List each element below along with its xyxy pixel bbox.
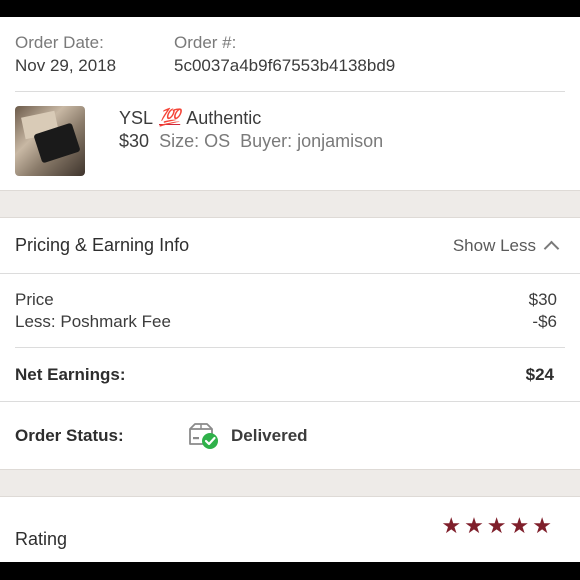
item-title-suffix: Authentic — [186, 108, 262, 128]
order-header: Order Date: Nov 29, 2018 Order #: 5c0037… — [0, 17, 580, 91]
star-icon: ★ — [486, 513, 507, 538]
order-status-value: Delivered — [231, 425, 308, 445]
item-brand: YSL — [119, 108, 154, 128]
rating-stars: ★ ★ ★ ★ ★ — [441, 515, 552, 537]
order-date-block: Order Date: Nov 29, 2018 — [15, 32, 174, 91]
item-price: $30 — [119, 131, 150, 151]
section-gap — [0, 469, 580, 497]
order-number-value: 5c0037a4b9f67553b4138bd9 — [174, 56, 396, 75]
order-status-label: Order Status: — [15, 425, 124, 445]
fee-row: Less: Poshmark Fee -$6 — [15, 311, 557, 333]
order-item[interactable]: YSL 💯 Authentic $30 Size: OS Buyer: jonj… — [0, 92, 580, 190]
order-number-label: Order #: — [174, 33, 237, 52]
order-details-screen: Order Date: Nov 29, 2018 Order #: 5c0037… — [0, 17, 580, 562]
order-status-row: Order Status: Delivered — [0, 402, 580, 469]
star-icon: ★ — [464, 513, 484, 538]
fee-row-value: -$6 — [532, 312, 557, 331]
star-icon: ★ — [441, 513, 462, 538]
order-number-block: Order #: 5c0037a4b9f67553b4138bd9 — [174, 32, 395, 91]
star-icon: ★ — [532, 513, 552, 538]
item-info: YSL 💯 Authentic $30 Size: OS Buyer: jonj… — [119, 107, 383, 152]
chevron-up-icon — [543, 240, 560, 257]
price-row: Price $30 — [15, 289, 557, 311]
show-less-toggle[interactable]: Show Less — [452, 235, 560, 257]
order-date-label: Order Date: — [15, 33, 104, 52]
net-earnings-value: $24 — [525, 364, 554, 384]
item-title: YSL 💯 Authentic — [119, 107, 383, 129]
star-icon: ★ — [509, 513, 530, 538]
pricing-section-title: Pricing & Earning Info — [15, 235, 190, 255]
item-thumbnail[interactable] — [15, 106, 85, 176]
show-less-label: Show Less — [452, 235, 536, 255]
net-earnings-label: Net Earnings: — [15, 364, 126, 384]
order-date-value: Nov 29, 2018 — [15, 56, 117, 75]
item-buyer: Buyer: jonjamison — [240, 131, 384, 151]
rating-label: Rating — [15, 528, 68, 549]
price-breakdown: Price $30 Less: Poshmark Fee -$6 — [0, 274, 580, 347]
item-size: Size: OS — [159, 131, 231, 151]
section-gap — [0, 190, 580, 218]
price-row-label: Price — [15, 290, 54, 309]
delivered-package-icon — [187, 422, 219, 450]
price-row-value: $30 — [528, 290, 557, 309]
item-meta: $30 Size: OS Buyer: jonjamison — [119, 130, 383, 152]
pricing-section-header[interactable]: Pricing & Earning Info Show Less — [0, 218, 580, 273]
fee-row-label: Less: Poshmark Fee — [15, 312, 171, 331]
hundred-points-icon: 💯 — [159, 108, 181, 127]
rating-row: Rating ★ ★ ★ ★ ★ — [0, 497, 580, 562]
net-earnings-row: Net Earnings: $24 — [0, 348, 580, 401]
